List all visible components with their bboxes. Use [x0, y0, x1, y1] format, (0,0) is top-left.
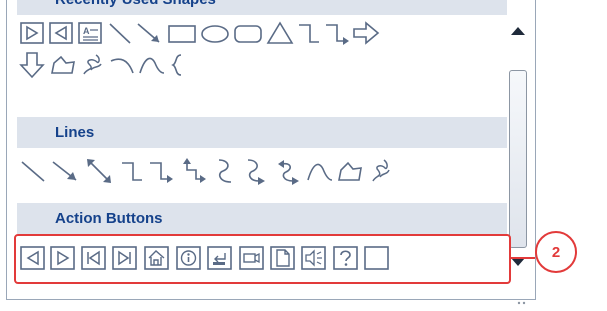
line-icon[interactable]	[19, 158, 47, 184]
section-header-action-buttons: Action Buttons	[17, 203, 507, 234]
section-title-lines: Lines	[55, 124, 95, 141]
action-forward-icon[interactable]	[19, 21, 47, 45]
rounded-rectangle-icon[interactable]	[233, 24, 263, 44]
line-icon[interactable]	[107, 21, 133, 45]
section-title-action: Action Buttons	[55, 210, 163, 227]
rectangle-icon[interactable]	[167, 24, 197, 44]
svg-text:A: A	[83, 26, 90, 36]
elbow-connector-icon[interactable]	[119, 158, 145, 184]
freeform-icon[interactable]	[49, 53, 77, 77]
freeform-icon[interactable]	[336, 158, 364, 184]
down-arrow-icon[interactable]	[19, 51, 45, 79]
elbow-arrow-connector-icon[interactable]	[147, 158, 175, 184]
arrow-icon[interactable]	[135, 21, 163, 45]
scrollbar-thumb[interactable]	[509, 70, 527, 248]
double-arrow-icon[interactable]	[84, 156, 114, 186]
curve-icon[interactable]	[137, 53, 167, 77]
oval-icon[interactable]	[200, 24, 230, 44]
action-buttons-highlight-box	[14, 234, 511, 284]
elbow-connector-icon[interactable]	[296, 21, 322, 45]
section-header-recent-shapes: Recently Used Shapes	[17, 0, 507, 15]
scroll-up-arrow-icon[interactable]	[507, 18, 529, 44]
right-arrow-icon[interactable]	[352, 20, 380, 46]
curved-arrow-connector-icon[interactable]	[243, 156, 269, 186]
callout-connector-line	[511, 257, 535, 259]
elbow-double-arrow-connector-icon[interactable]	[179, 156, 207, 186]
step-number-callout: 2	[535, 231, 577, 273]
resize-grip-icon[interactable]	[511, 293, 531, 305]
triangle-icon[interactable]	[266, 20, 294, 46]
elbow-arrow-connector-icon[interactable]	[323, 21, 351, 45]
scribble-icon[interactable]	[369, 157, 393, 185]
section-title-recent: Recently Used Shapes	[55, 0, 216, 8]
action-back-icon[interactable]	[48, 21, 76, 45]
step-number: 2	[551, 243, 561, 261]
section-header-lines: Lines	[17, 117, 507, 148]
curved-connector-icon[interactable]	[213, 156, 237, 186]
arc-icon[interactable]	[108, 53, 136, 77]
arrow-icon[interactable]	[50, 158, 80, 184]
scribble-icon[interactable]	[79, 52, 105, 78]
curve-icon[interactable]	[305, 158, 335, 184]
left-brace-icon[interactable]	[167, 52, 187, 78]
text-box-icon[interactable]: A	[77, 21, 105, 45]
curved-double-arrow-connector-icon[interactable]	[275, 156, 303, 186]
